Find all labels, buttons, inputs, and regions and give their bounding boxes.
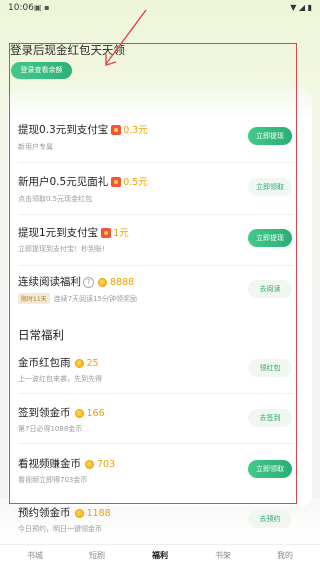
limited-time-badge: 限时11天 [18,293,50,304]
task-row-withdraw-03: 提现0.3元到支付宝 0.3元 新用户专属 立即提现 [18,122,302,156]
task-row-coin-rain: 金币红包雨 25 上一波红包来袭，先到先得 领红包 [18,355,302,389]
withdraw-button[interactable]: 立即提现 [248,229,292,247]
task-subtitle: 连续7天阅读15分钟领奖励 [53,295,138,303]
claim-video-button[interactable]: 立即领取 [248,460,292,478]
bottom-tab-bar: 书城 短剧 福利 书架 我的 [0,544,320,568]
coin-icon [85,459,94,469]
tab-short-drama[interactable]: 短剧 [72,550,122,561]
task-amount: 25 [86,358,99,369]
tab-bookshelf[interactable]: 书架 [198,550,248,561]
red-packet-button[interactable]: 领红包 [248,359,292,377]
coin-icon [74,358,84,368]
task-subtitle: 点击领取0.5元现金红包 [18,195,93,203]
task-row-watch-video: 看视频赚金币 703 看视频立即得703金币 立即领取 [18,456,302,490]
status-time: 10:06 [8,3,34,13]
task-amount: 1188 [86,508,111,519]
task-title: 预约领金币 [18,507,71,519]
task-amount: 8888 [110,277,135,288]
sign-in-button[interactable]: 去签到 [248,409,292,427]
red-packet-icon [111,177,122,187]
task-row-withdraw-1: 提现1元到支付宝 1元 立即提现到支付宝！秒到账! 立即提现 [18,225,302,259]
task-amount: 1元 [113,228,129,239]
task-title: 连续阅读福利 [18,276,81,288]
task-row-continuous-reading: 连续阅读福利? 8888 限时11天 连续7天阅读15分钟领奖励 去阅读 [18,274,302,308]
task-subtitle: 看视频立即得703金币 [18,476,88,484]
task-title: 新用户0.5元见面礼 [18,176,109,188]
task-row-sign-in: 签到领金币 166 第7日必得1088金币 去签到 [18,405,302,439]
tab-mine[interactable]: 我的 [260,550,310,561]
divider [18,214,294,215]
coin-icon [98,277,107,287]
task-subtitle: 立即提现到支付宝！秒到账! [18,245,105,253]
red-packet-icon [101,228,112,238]
claim-button[interactable]: 立即领取 [248,178,292,196]
system-icons: ▼ ◢ ▮ [290,3,312,12]
notification-icons: ▣ ▪ [34,3,50,12]
coin-icon [74,408,84,418]
task-subtitle: 上一波红包来袭，先到先得 [18,375,102,383]
task-subtitle: 第7日必得1088金币 [18,425,83,433]
withdraw-button[interactable]: 立即提现 [248,127,292,145]
card-header-fade [8,88,312,118]
task-title: 看视频赚金币 [18,458,81,470]
reserve-button[interactable]: 去预约 [248,510,292,528]
divider [18,162,294,163]
tab-welfare[interactable]: 福利 [135,550,185,561]
task-title: 提现0.3元到支付宝 [18,124,109,136]
divider [18,443,294,444]
task-subtitle: 今日预约，明日一键领金币 [18,525,102,533]
read-button[interactable]: 去阅读 [248,280,292,298]
help-icon[interactable]: ? [83,276,94,288]
task-title: 提现1元到支付宝 [18,227,99,239]
task-row-newuser-gift: 新用户0.5元见面礼 0.5元 点击领取0.5元现金红包 立即领取 [18,174,302,208]
red-packet-icon [111,125,122,135]
section-title-daily: 日常福利 [18,328,64,342]
divider [18,265,294,266]
login-button[interactable]: 登录查看余额 [11,62,72,79]
task-amount: 0.3元 [123,125,148,136]
task-title: 金币红包雨 [18,357,71,369]
page-title: 登录后现金红包天天领 [10,43,125,57]
task-title: 签到领金币 [18,407,71,419]
task-row-reserve: 预约领金币 1188 今日预约，明日一键领金币 去预约 [18,505,302,539]
task-amount: 0.5元 [123,177,148,188]
tab-bookstore[interactable]: 书城 [10,550,60,561]
divider [18,393,294,394]
task-amount: 166 [86,408,105,419]
task-amount: 703 [97,459,116,470]
status-bar: 10:06 ▣ ▪ ▼ ◢ ▮ [0,0,320,18]
task-subtitle: 新用户专属 [18,143,53,151]
coin-icon [74,508,84,518]
